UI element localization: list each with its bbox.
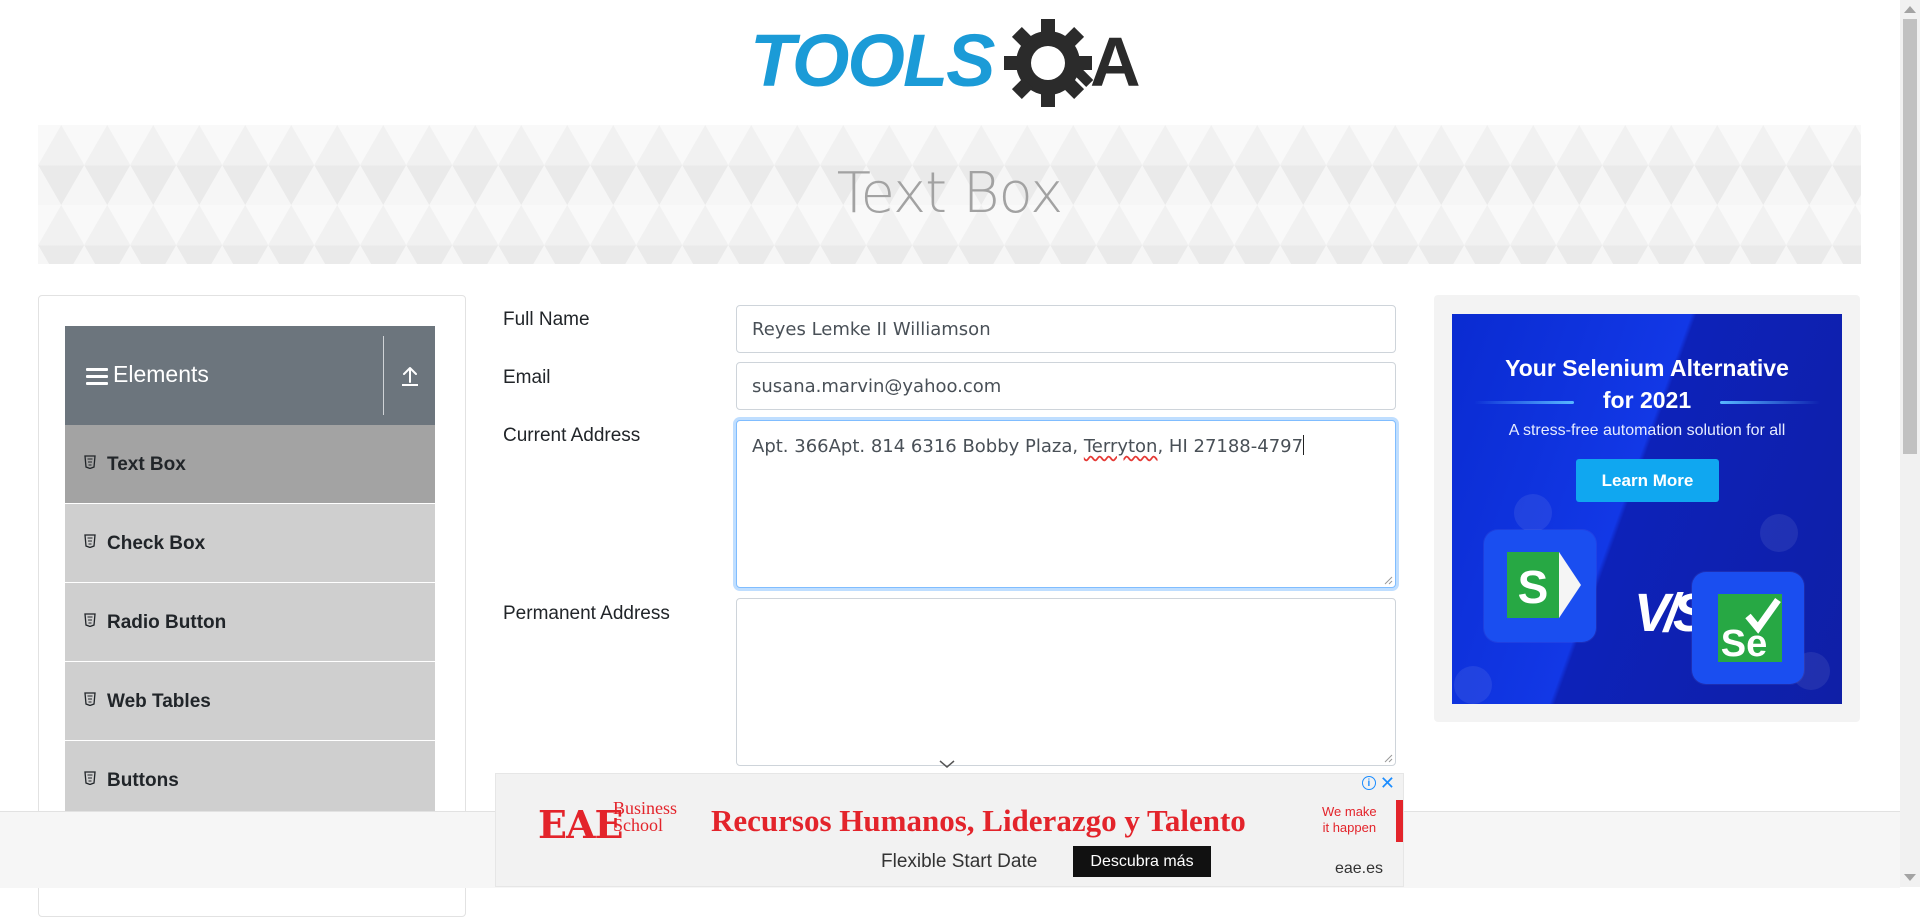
permanent-address-label: Permanent Address bbox=[503, 603, 670, 624]
code-icon bbox=[1760, 514, 1798, 552]
ad-choices[interactable]: i ✕ bbox=[1361, 774, 1395, 792]
eae-business-school-ad[interactable]: EAE Business School Recursos Humanos, Li… bbox=[495, 773, 1404, 887]
misspelled-word: Terryton bbox=[1083, 436, 1158, 457]
email-label: Email bbox=[503, 367, 551, 388]
page-scrollbar[interactable] bbox=[1900, 0, 1920, 887]
eae-logo: EAE bbox=[538, 802, 623, 847]
svg-text:S: S bbox=[1518, 561, 1549, 613]
eae-school-name: Business School bbox=[613, 799, 677, 835]
eae-tagline: We make it happen bbox=[1322, 804, 1377, 836]
ad-decor-line bbox=[1720, 401, 1820, 404]
svg-text:Se: Se bbox=[1721, 623, 1767, 665]
sidebar-item-label: Buttons bbox=[107, 770, 179, 791]
close-icon[interactable]: ✕ bbox=[1380, 774, 1395, 792]
permanent-address-textarea[interactable] bbox=[736, 598, 1396, 766]
logo-graphic: TOOLS A bbox=[750, 19, 1141, 107]
scrollbar-thumb[interactable] bbox=[1903, 19, 1917, 454]
text-caret bbox=[1303, 435, 1305, 455]
resize-grip-icon[interactable] bbox=[1383, 575, 1393, 585]
sidebar-item-buttons[interactable]: Buttons bbox=[65, 741, 435, 820]
hamburger-icon bbox=[86, 368, 108, 386]
sidebar-item-label: Text Box bbox=[107, 454, 186, 475]
scroll-up-arrow-icon[interactable] bbox=[1904, 6, 1916, 13]
html5-icon bbox=[84, 613, 96, 627]
katalon-logo: S bbox=[1484, 530, 1596, 642]
tagline-line1: We make bbox=[1322, 804, 1377, 819]
ad-title-line2: for 2021 bbox=[1602, 387, 1692, 413]
sidebar-item-text-box[interactable]: Text Box bbox=[65, 425, 435, 504]
svg-text:TOOLS: TOOLS bbox=[750, 19, 995, 102]
eae-red-bar bbox=[1396, 800, 1403, 842]
ad-title-line1: Your Selenium Alternative bbox=[1505, 355, 1789, 381]
selenium-alternative-ad[interactable]: Your Selenium Alternative for 2021 A str… bbox=[1452, 314, 1842, 704]
current-address-text-start: Apt. 366Apt. 814 6316 Bobby Plaza, bbox=[752, 436, 1084, 457]
email-input[interactable] bbox=[736, 362, 1396, 410]
html5-icon bbox=[84, 534, 96, 548]
page-banner: Text Box bbox=[38, 125, 1861, 264]
html5-icon bbox=[84, 771, 96, 785]
sidebar-item-web-tables[interactable]: Web Tables bbox=[65, 662, 435, 741]
sidebar-item-label: Radio Button bbox=[107, 612, 227, 633]
group-title: Elements bbox=[113, 361, 209, 387]
elements-group-header[interactable]: Elements bbox=[65, 326, 435, 425]
ad-subtitle: A stress-free automation solution for al… bbox=[1508, 422, 1786, 439]
toolsqa-logo[interactable]: TOOLS A bbox=[748, 18, 1156, 114]
sidebar-item-check-box[interactable]: Check Box bbox=[65, 504, 435, 583]
school-line2: School bbox=[613, 815, 664, 835]
learn-more-button[interactable]: Learn More bbox=[1576, 459, 1719, 502]
info-icon[interactable]: i bbox=[1361, 776, 1376, 790]
window-icon bbox=[1454, 666, 1492, 704]
ad-decor-line bbox=[1474, 401, 1574, 404]
collapse-up-icon[interactable] bbox=[384, 326, 435, 425]
page-title: Text Box bbox=[836, 161, 1063, 226]
eae-headline: Recursos Humanos, Liderazgo y Talento bbox=[711, 803, 1246, 838]
eae-subline: Flexible Start Date bbox=[881, 851, 1038, 872]
html5-icon bbox=[84, 455, 96, 469]
descubra-mas-button[interactable]: Descubra más bbox=[1073, 846, 1211, 877]
ad-title: Your Selenium Alternative for 2021 bbox=[1452, 352, 1842, 416]
full-name-label: Full Name bbox=[503, 309, 590, 330]
chevron-down-icon[interactable] bbox=[937, 758, 957, 770]
svg-text:A: A bbox=[1090, 23, 1141, 101]
sidebar-item-label: Check Box bbox=[107, 533, 206, 554]
html5-icon bbox=[84, 692, 96, 706]
current-address-text-end: , HI 27188-4797 bbox=[1157, 436, 1304, 457]
tagline-line2: it happen bbox=[1322, 820, 1377, 835]
sidebar-item-label: Web Tables bbox=[107, 691, 211, 712]
eae-domain: eae.es bbox=[1334, 860, 1383, 877]
current-address-textarea[interactable]: Apt. 366Apt. 814 6316 Bobby Plaza, Terry… bbox=[736, 420, 1396, 588]
selenium-logo: Se bbox=[1692, 572, 1804, 684]
current-address-label: Current Address bbox=[503, 425, 641, 446]
full-name-input[interactable] bbox=[736, 305, 1396, 353]
resize-grip-icon[interactable] bbox=[1383, 753, 1393, 763]
sidebar-item-radio-button[interactable]: Radio Button bbox=[65, 583, 435, 662]
elements-menu: Text Box Check Box Radio Button Web Tabl… bbox=[65, 425, 435, 820]
scroll-down-arrow-icon[interactable] bbox=[1904, 874, 1916, 881]
clock-icon bbox=[1514, 494, 1552, 532]
